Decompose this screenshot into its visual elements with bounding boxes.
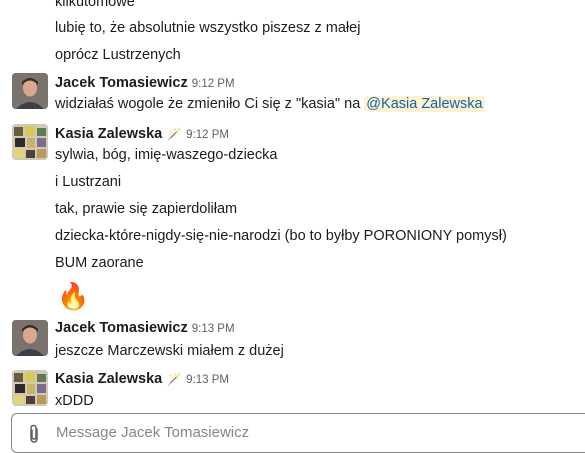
message-text-part: widziałaś wogole że zmieniło Ci się z "k… (55, 96, 365, 112)
avatar[interactable] (12, 320, 48, 356)
message-text: dziecka-które-nigdy-się-nie-narodzi (bo … (55, 228, 507, 244)
fire-emoji-icon: 🔥 (57, 281, 90, 311)
timestamp[interactable]: 9:13 PM (192, 323, 235, 335)
message-text: kilkutomowe (55, 0, 135, 10)
avatar-photo (12, 320, 48, 356)
message-text: tak, prawie się zapierdoliłam (55, 201, 238, 217)
message-header: Jacek Tomasiewicz 9:12 PM (55, 73, 235, 94)
user-mention[interactable]: @Kasia Zalewska (364, 96, 485, 112)
author-name[interactable]: Jacek Tomasiewicz (55, 320, 188, 336)
timestamp[interactable]: 9:13 PM (186, 374, 229, 386)
avatar-photo (12, 124, 48, 160)
timestamp[interactable]: 9:12 PM (192, 78, 235, 90)
avatar-photo (12, 370, 48, 406)
status-emoji-icon[interactable]: 🪄 (167, 372, 182, 386)
message-text: oprócz Lustrzenych (55, 47, 181, 63)
message-text: lubię to, że absolutnie wszystko piszesz… (55, 20, 361, 36)
status-emoji-icon[interactable]: 🪄 (167, 127, 182, 141)
message-list: kilkutomowe lubię to, że absolutnie wszy… (0, 0, 585, 410)
message-header: Jacek Tomasiewicz 9:13 PM (55, 318, 235, 339)
message-input[interactable] (56, 418, 576, 446)
message-text: sylwia, bóg, imię-waszego-dziecka (55, 147, 278, 163)
avatar[interactable] (12, 73, 48, 109)
message-header: Kasia Zalewska 🪄 9:12 PM (55, 124, 229, 145)
paperclip-icon[interactable] (26, 424, 42, 444)
message-text: i Lustrzani (55, 174, 122, 190)
message-composer[interactable] (11, 413, 585, 453)
avatar[interactable] (12, 124, 48, 160)
author-name[interactable]: Kasia Zalewska (55, 371, 162, 387)
timestamp[interactable]: 9:12 PM (186, 129, 229, 141)
avatar-photo (12, 73, 48, 109)
avatar[interactable] (12, 370, 48, 406)
message-text: widziałaś wogole że zmieniło Ci się z "k… (55, 94, 485, 114)
author-name[interactable]: Jacek Tomasiewicz (55, 75, 188, 91)
message-header: Kasia Zalewska 🪄 9:13 PM (55, 369, 229, 390)
message-text: BUM zaorane (55, 255, 144, 271)
message-text: jeszcze Marczewski miałem z dużej (55, 343, 284, 359)
message-text: xDDD (55, 393, 94, 409)
author-name[interactable]: Kasia Zalewska (55, 126, 162, 142)
